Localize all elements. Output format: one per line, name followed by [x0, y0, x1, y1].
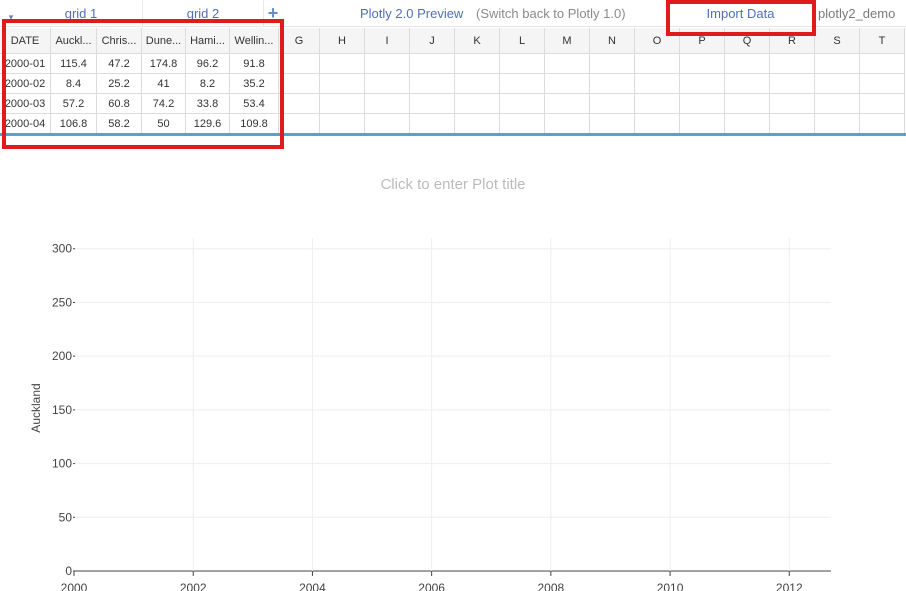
x-tick-label: 2006	[418, 581, 445, 591]
y-tick-label: 150	[52, 403, 72, 417]
x-tick-label: 2012	[776, 581, 803, 591]
y-axis-label[interactable]: Auckland	[29, 383, 43, 432]
y-tick-label: 250	[52, 295, 72, 309]
x-tick-label: 2000	[61, 581, 88, 591]
y-tick-label: 200	[52, 349, 72, 363]
y-tick-label: 50	[59, 510, 73, 524]
y-tick-label: 100	[52, 457, 72, 471]
y-tick-label: 0	[65, 564, 72, 578]
x-tick-label: 2004	[299, 581, 326, 591]
x-tick-label: 2010	[657, 581, 684, 591]
chart-axes: 0 50 100 150 200 250 300 2000 2002 2004 2006 2008 20…	[52, 242, 803, 591]
x-tick-label: 2002	[180, 581, 207, 591]
highlight-box-data-table	[2, 19, 284, 149]
chart-gridlines	[74, 238, 831, 572]
highlight-box-import-data	[666, 0, 816, 36]
y-tick-label: 300	[52, 242, 72, 256]
x-tick-label: 2008	[537, 581, 564, 591]
